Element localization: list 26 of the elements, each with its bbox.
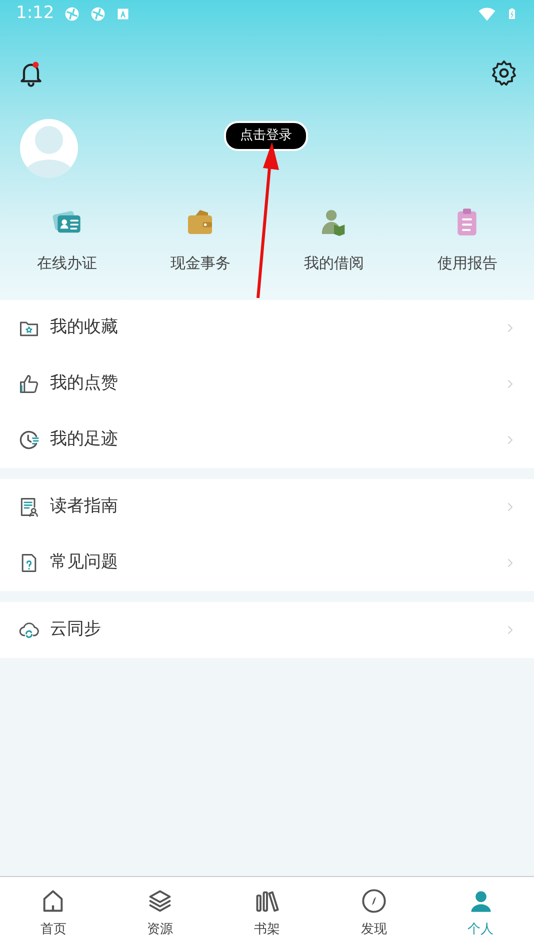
shortcut-label[interactable]: 在线办证 (36, 252, 97, 274)
shortcut-label[interactable]: 使用报告 (437, 252, 498, 274)
shortcut-label[interactable]: 现金事务 (170, 252, 230, 274)
nav-tab[interactable]: 资源 (106, 877, 214, 950)
shortcut-label[interactable]: 我的借阅 (304, 252, 364, 274)
document-person-icon (18, 496, 40, 518)
nav-tab[interactable]: 首页 (0, 877, 107, 950)
menu-item[interactable]: 读者指南 (0, 479, 534, 535)
layers-icon (147, 888, 174, 914)
menu-item[interactable]: 我的足迹 (0, 412, 534, 468)
nav-tab[interactable]: 发现 (320, 877, 428, 950)
nav-tab[interactable]: 书架 (214, 877, 320, 950)
menu-item[interactable]: 我的点赞 (0, 356, 534, 412)
wifi-icon (478, 5, 496, 23)
keyboard-icon (116, 7, 130, 21)
app-icon (64, 6, 80, 22)
thumbs-up-icon (18, 373, 40, 395)
settings-icon[interactable] (490, 59, 518, 87)
menu-item[interactable]: 云同步 (0, 602, 534, 658)
clock-icon (18, 429, 40, 451)
login-button[interactable]: 点击登录 (224, 121, 308, 150)
app-icon (90, 6, 106, 22)
compass-icon (360, 888, 387, 914)
menu-item[interactable]: 我的收藏 (0, 300, 534, 356)
status-time: 1:12 (16, 2, 54, 26)
menu-item[interactable]: 常见问题 (0, 535, 534, 591)
